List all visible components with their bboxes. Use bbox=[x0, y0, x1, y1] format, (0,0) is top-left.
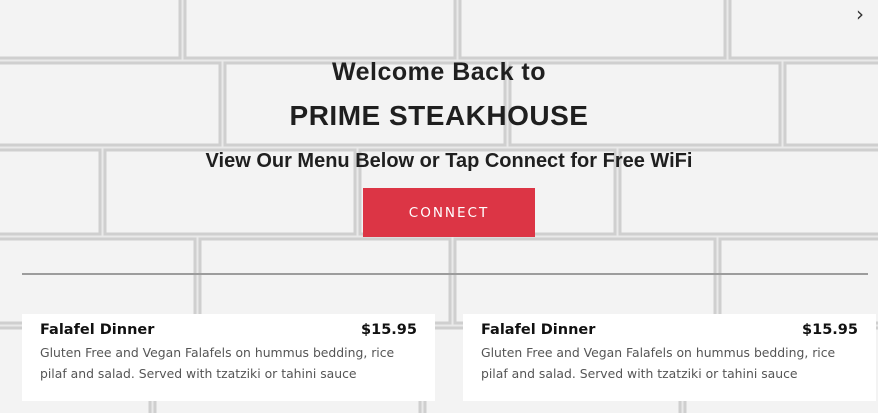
menu-item-card[interactable]: Falafel Dinner $15.95 Gluten Free and Ve… bbox=[463, 314, 876, 401]
restaurant-name: PRIME STEAKHOUSE bbox=[289, 100, 589, 131]
menu-item-description: Gluten Free and Vegan Falafels on hummus… bbox=[481, 345, 836, 381]
wifi-landing-page: Welcome Back to PRIME STEAKHOUSE View Ou… bbox=[0, 0, 878, 413]
menu-item-name: Falafel Dinner bbox=[40, 322, 155, 338]
menu-item-price: $15.95 bbox=[802, 322, 858, 338]
tagline-text: View Our Menu Below or Tap Connect for F… bbox=[205, 150, 693, 172]
chevron-right-icon[interactable]: › bbox=[856, 2, 864, 26]
menu-item-description: Gluten Free and Vegan Falafels on hummus… bbox=[40, 345, 395, 381]
connect-button[interactable]: CONNECT bbox=[363, 188, 535, 237]
menu-item-price: $15.95 bbox=[361, 322, 417, 338]
section-divider bbox=[22, 273, 868, 275]
menu-item-header: Falafel Dinner $15.95 bbox=[40, 322, 417, 338]
menu-item-card[interactable]: Falafel Dinner $15.95 Gluten Free and Ve… bbox=[22, 314, 435, 401]
menu-item-header: Falafel Dinner $15.95 bbox=[481, 322, 858, 338]
menu-item-name: Falafel Dinner bbox=[481, 322, 596, 338]
welcome-text: Welcome Back to bbox=[331, 58, 547, 86]
